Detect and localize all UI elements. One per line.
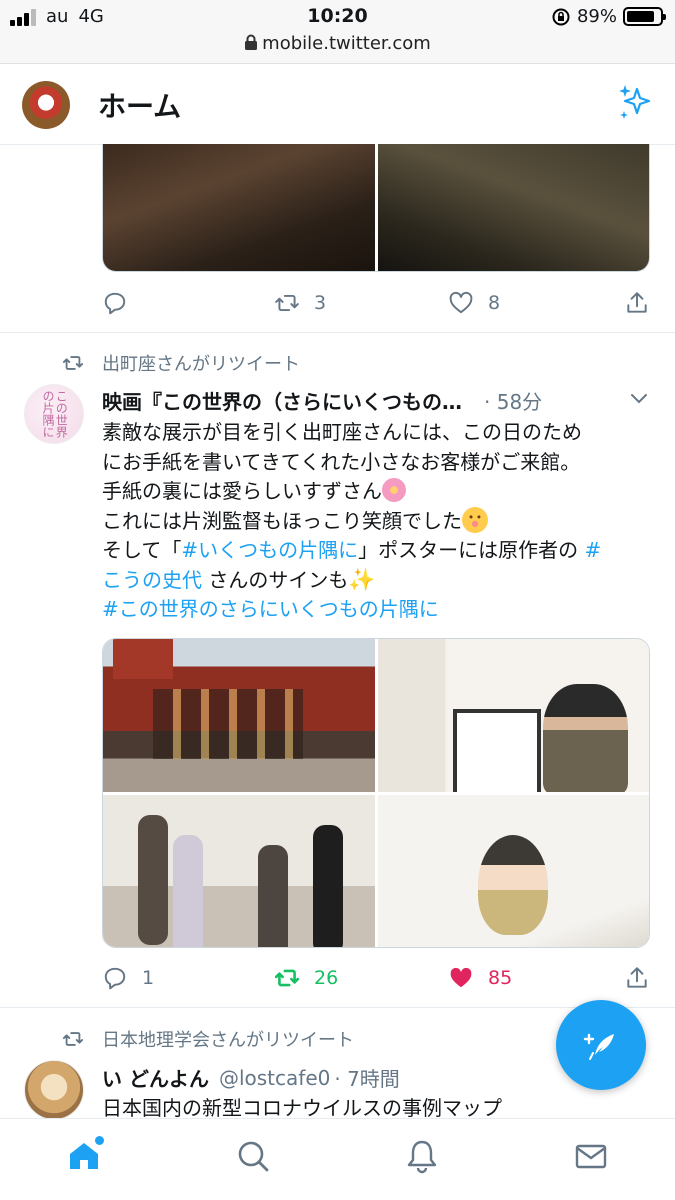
- tweet1-actions: 3 8: [102, 285, 650, 321]
- retweet-label-text: 出町座さんがリツイート: [102, 354, 300, 375]
- nav-notifications[interactable]: [392, 1126, 452, 1186]
- tweet3-author-name[interactable]: い どんよん: [102, 1063, 209, 1092]
- browser-status-bar: au 4G 10:20 mobile.twitter.com 89%: [0, 0, 675, 64]
- retweet-icon: [274, 969, 300, 987]
- sparkles-icon: ✨: [348, 567, 376, 593]
- tweet-text-fragment: さんのサインも: [202, 567, 349, 592]
- chevron-down-icon[interactable]: [629, 388, 649, 408]
- tweet2-actions: 1 26 85: [102, 960, 650, 996]
- tweet2-body: 素敵な展示が目を引く出町座さんには、この日のため にお手紙を書いてきてくれた小さ…: [102, 418, 658, 625]
- hashtag-link[interactable]: #いくつもの片隅に: [181, 538, 358, 562]
- search-icon: [238, 1141, 269, 1171]
- tweet2-photo-signing[interactable]: [103, 794, 375, 947]
- battery-percent: 89%: [576, 6, 617, 27]
- page-title: ホーム: [98, 90, 182, 123]
- feather-plus-icon: [583, 1033, 614, 1060]
- hashtag-link[interactable]: #この世界のさらにいくつもの片隅に: [102, 597, 439, 621]
- avatar-text: この世界の片隅に: [41, 390, 69, 438]
- reply-count: 1: [142, 967, 155, 989]
- status-right: 89%: [551, 6, 666, 27]
- retweet-icon: [62, 356, 84, 370]
- cherry-blossom-icon: [382, 478, 406, 502]
- like-count: 8: [488, 292, 501, 314]
- tweet2-author-name[interactable]: 映画『この世界の（さらにいくつもの…: [102, 386, 462, 415]
- retweet-count: 3: [314, 292, 327, 314]
- tweet2-retweet-label[interactable]: 出町座さんがリツイート: [62, 350, 300, 376]
- battery-icon: [623, 7, 666, 26]
- tweet-text-line: 素敵な展示が目を引く出町座さんには、この日のため: [102, 420, 582, 444]
- heart-icon: [449, 291, 473, 314]
- messages-icon: [575, 1144, 606, 1168]
- url-text: mobile.twitter.com: [262, 33, 431, 54]
- rotation-lock-icon: [552, 8, 570, 25]
- reply-icon: [104, 967, 126, 990]
- retweet-icon: [62, 1032, 84, 1046]
- tweet-text-fragment: 手紙の裏には愛らしいすずさん: [102, 479, 382, 503]
- tweet3-handle[interactable]: @lostcafe0: [219, 1066, 330, 1090]
- tweet2-photo-poster[interactable]: [377, 639, 649, 792]
- nav-messages[interactable]: [561, 1126, 621, 1186]
- nav-home[interactable]: [54, 1126, 114, 1186]
- tweet3-avatar[interactable]: [24, 1060, 84, 1120]
- tweet3-header: い どんよん @lostcafe0 · 7時間: [102, 1063, 400, 1092]
- share-button[interactable]: [624, 290, 650, 316]
- tweet1-photo-2[interactable]: [377, 144, 649, 271]
- share-button[interactable]: [624, 965, 650, 991]
- tweet-text-line: こうの史代 さんのサインも✨: [102, 566, 658, 596]
- address-bar[interactable]: mobile.twitter.com: [0, 33, 675, 54]
- nav-search[interactable]: [223, 1126, 283, 1186]
- share-icon: [627, 967, 647, 988]
- sparkle-icon[interactable]: [615, 83, 655, 123]
- tweet-text-line: これには片渕監督もほっこり笑顔でした: [102, 506, 658, 537]
- reply-button[interactable]: 1: [102, 965, 154, 991]
- hashtag-link[interactable]: こうの史代: [102, 568, 202, 592]
- tweet2-time[interactable]: · 58分: [484, 386, 542, 415]
- retweet-count: 26: [314, 967, 339, 989]
- bottom-nav: [0, 1118, 675, 1200]
- tweet2-photo-theater[interactable]: [103, 639, 375, 792]
- hashtag-link[interactable]: #: [585, 538, 602, 562]
- tweet-text-line: そして「#いくつもの片隅に」ポスターには原作者の #: [102, 536, 658, 566]
- reply-icon: [104, 292, 126, 315]
- top-header: ホーム: [0, 65, 675, 145]
- retweet-label-text: 日本地理学会さんがリツイート: [102, 1030, 354, 1051]
- retweet-icon: [275, 294, 299, 312]
- tweet2-media-grid[interactable]: [102, 638, 650, 948]
- tweet2-header: 映画『この世界の（さらにいくつもの… · 58分: [102, 386, 542, 415]
- share-icon: [627, 292, 647, 313]
- tweet-text-fragment: これには片渕監督もほっこり笑顔でした: [102, 508, 462, 533]
- tweet-text-line: #この世界のさらにいくつもの片隅に: [102, 595, 658, 625]
- tweet3-time[interactable]: · 7時間: [334, 1063, 399, 1092]
- profile-avatar[interactable]: [22, 81, 70, 129]
- notifications-icon: [407, 1140, 437, 1173]
- tweet1-media[interactable]: [102, 144, 650, 272]
- heart-filled-icon: [450, 967, 472, 988]
- like-count: 85: [488, 967, 513, 989]
- tweet-text-line: 手紙の裏には愛らしいすずさん: [102, 477, 658, 507]
- smiling-face-icon: [462, 506, 488, 533]
- like-button[interactable]: 8: [448, 290, 500, 316]
- tweet-text-fragment: そして「: [102, 538, 182, 562]
- tweet1-photo-1[interactable]: [103, 144, 375, 271]
- tweet-divider: [0, 332, 675, 333]
- tweet2-photo-letter[interactable]: [377, 794, 649, 947]
- like-button[interactable]: 85: [448, 965, 512, 991]
- tweet2-avatar[interactable]: この世界の片隅に: [24, 384, 84, 444]
- reply-button[interactable]: [102, 290, 142, 316]
- notification-dot: [95, 1135, 105, 1145]
- retweet-button[interactable]: 26: [274, 965, 338, 991]
- lock-icon: [245, 34, 258, 50]
- retweet-button[interactable]: 3: [274, 290, 326, 316]
- tweet-text-fragment: 」ポスターには原作者の: [358, 538, 585, 562]
- compose-tweet-button[interactable]: [556, 1000, 646, 1090]
- tweet3-retweet-label[interactable]: 日本地理学会さんがリツイート: [62, 1026, 354, 1052]
- tweet-text-line: にお手紙を書いてきてくれた小さなお客様がご来館。: [102, 449, 581, 474]
